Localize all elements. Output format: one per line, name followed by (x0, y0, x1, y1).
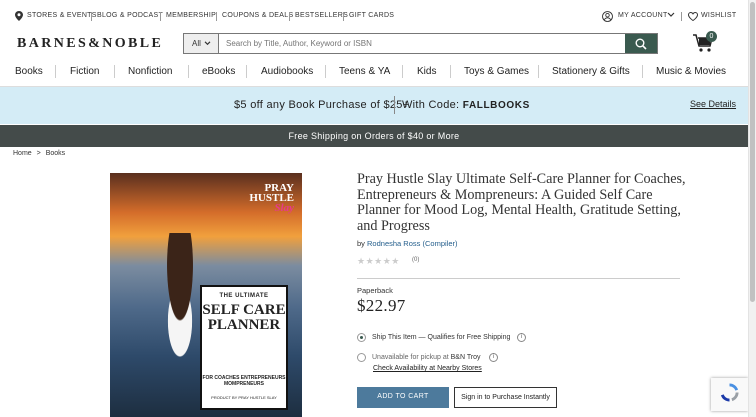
check-availability-link[interactable]: Check Availability at Nearby Stores (373, 365, 482, 372)
ship-option-text: Ship This Item — Qualifies for Free Ship… (372, 334, 510, 341)
util-divider (343, 12, 344, 21)
cover-box-main: SELF CARE PLANNER (202, 302, 286, 333)
nav-music-movies[interactable]: Music & Movies (656, 66, 726, 77)
cart-button[interactable]: 0 (692, 31, 717, 55)
promo-text: $5 off any Book Purchase of $25+ (234, 99, 410, 111)
cover-box-product: PRODUCT BY PRAY HUSTLE SLAY (211, 395, 277, 400)
util-link-membership[interactable]: Membership (166, 12, 216, 19)
book-cover-image[interactable]: PRAY HUSTLE Slay THE ULTIMATE SELF CARE … (110, 173, 302, 417)
util-divider (160, 12, 161, 21)
nav-divider (402, 65, 403, 78)
account-user-icon[interactable] (602, 11, 613, 22)
recaptcha-icon (720, 383, 739, 402)
search-bar: All (183, 33, 658, 54)
search-button[interactable] (625, 34, 657, 53)
breadcrumb-home[interactable]: Home (13, 150, 32, 157)
util-divider (681, 12, 682, 21)
nav-stationery-gifts[interactable]: Stationery & Gifts (552, 66, 630, 77)
nav-teens-ya[interactable]: Teens & YA (339, 66, 390, 77)
nav-divider (188, 65, 189, 78)
rating-count[interactable]: (0) (412, 257, 419, 263)
cover-title-line: Slay (274, 202, 294, 214)
util-link-blog-podcast[interactable]: Blog & Podcast (97, 12, 163, 19)
nav-audiobooks[interactable]: Audiobooks (261, 66, 313, 77)
nav-toys-games[interactable]: Toys & Games (464, 66, 529, 77)
wishlist-link[interactable]: Wishlist (701, 12, 736, 19)
util-divider (216, 12, 217, 21)
nav-nonfiction[interactable]: Nonfiction (128, 66, 172, 77)
promo-code-label: With Code: (402, 99, 460, 111)
product-format: Paperback (357, 286, 393, 295)
byline-by: by (357, 239, 365, 248)
cover-box-kicker: THE ULTIMATE (219, 293, 269, 299)
sign-in-purchase-button[interactable]: Sign in to Purchase Instantly (454, 387, 557, 408)
search-category-select[interactable]: All (184, 34, 219, 53)
info-icon[interactable]: i (489, 353, 498, 362)
info-icon[interactable]: i (517, 333, 526, 342)
promo-divider (394, 96, 395, 114)
nav-divider (538, 65, 539, 78)
search-icon (635, 38, 647, 50)
breadcrumb-books[interactable]: Books (46, 150, 65, 157)
scrollbar-thumb[interactable] (750, 2, 755, 302)
util-divider (289, 12, 290, 21)
promo-code-block: With Code: FALLBOOKS (402, 99, 530, 111)
cart-count-badge: 0 (706, 31, 717, 42)
pickup-option-text: Unavailable for pickup at B&N Troy (372, 354, 481, 361)
cover-box-for: FOR COACHES ENTREPRENEURS MOMPRENEURS (202, 375, 286, 387)
nav-divider (450, 65, 451, 78)
site-logo[interactable]: BARNES&NOBLE (17, 36, 163, 52)
chevron-down-icon (204, 41, 211, 46)
section-divider (357, 278, 680, 279)
nav-fiction[interactable]: Fiction (70, 66, 99, 77)
nav-divider (642, 65, 643, 78)
cover-planner-box: THE ULTIMATE SELF CARE PLANNER FOR COACH… (200, 285, 288, 410)
breadcrumb: Home > Books (13, 150, 65, 157)
free-shipping-note: Qualifies for Free Shipping (427, 334, 511, 341)
ship-option-radio[interactable] (357, 333, 366, 342)
heart-icon[interactable] (688, 12, 698, 21)
see-details-link[interactable]: See Details (690, 99, 736, 109)
nav-kids[interactable]: Kids (417, 66, 436, 77)
search-input[interactable] (220, 34, 627, 53)
util-link-bestsellers[interactable]: Bestsellers (295, 12, 348, 19)
nav-divider (55, 65, 56, 78)
rating-stars[interactable]: ★★★★★ (357, 256, 400, 267)
recaptcha-badge[interactable] (711, 378, 748, 411)
util-link-stores-events[interactable]: Stores & Events (27, 12, 97, 19)
util-divider (91, 12, 92, 21)
cover-title: PRAY HUSTLE Slay (249, 183, 294, 214)
breadcrumb-separator: > (36, 150, 41, 157)
ship-option-label: Ship This Item — (372, 334, 428, 341)
page-scrollbar[interactable] (748, 0, 756, 417)
nav-divider (246, 65, 247, 78)
util-link-coupons-deals[interactable]: Coupons & Deals (222, 12, 293, 19)
product-title: Pray Hustle Slay Ultimate Self-Care Plan… (357, 171, 686, 234)
nav-ebooks[interactable]: eBooks (202, 66, 235, 77)
search-category-value: All (192, 39, 201, 48)
location-pin-icon (15, 11, 23, 21)
chevron-down-icon[interactable] (667, 12, 675, 18)
free-shipping-bar[interactable]: Free Shipping on Orders of $40 or More (0, 125, 748, 147)
nav-divider (114, 65, 115, 78)
product-price: $22.97 (357, 296, 406, 315)
pickup-store[interactable]: B&N Troy (451, 354, 481, 361)
author-role: (Compiler) (422, 239, 458, 248)
pickup-label: Unavailable for pickup at (372, 354, 451, 361)
my-account-link[interactable]: My Account (618, 12, 668, 19)
product-byline: by Rodnesha Ross (Compiler) (357, 239, 458, 248)
promo-banner: $5 off any Book Purchase of $25+ With Co… (0, 87, 748, 124)
pickup-option-radio[interactable] (357, 353, 366, 362)
util-link-gift-cards[interactable]: Gift Cards (349, 12, 394, 19)
add-to-cart-button[interactable]: ADD TO CART (357, 387, 449, 408)
promo-code: FALLBOOKS (462, 100, 530, 111)
author-link[interactable]: Rodnesha Ross (367, 239, 420, 248)
main-nav: Books Fiction Nonfiction eBooks Audioboo… (0, 57, 748, 87)
nav-divider (325, 65, 326, 78)
utility-bar: Stores & Events Blog & Podcast Membershi… (0, 0, 748, 34)
nav-books[interactable]: Books (15, 66, 43, 77)
